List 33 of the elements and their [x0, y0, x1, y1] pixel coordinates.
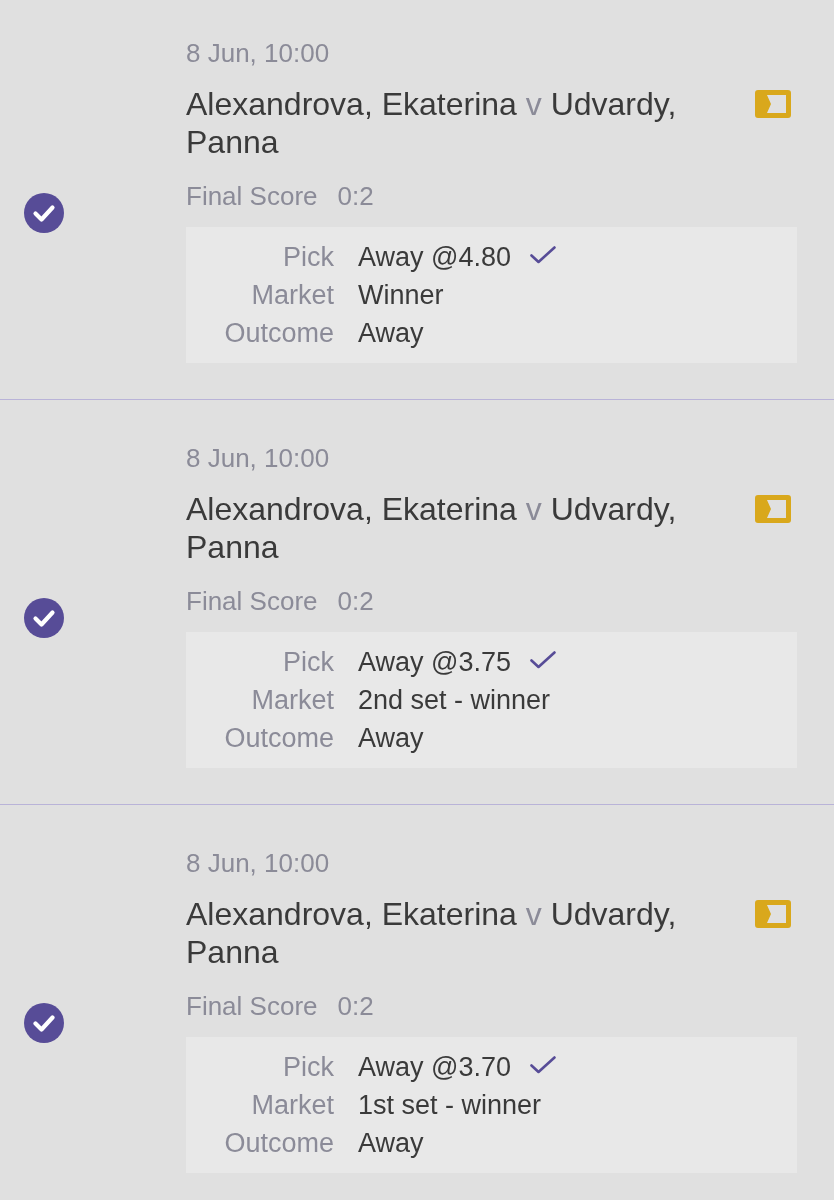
market-label: Market: [250, 684, 334, 717]
pick-value: Away @3.70: [358, 1051, 511, 1084]
pick-value: Away @4.80: [358, 241, 511, 274]
chevron-tag-icon[interactable]: [755, 90, 791, 118]
outcome-label: Outcome: [223, 317, 334, 350]
event-date: 8 Jun, 10:00: [186, 37, 331, 70]
event-date: 8 Jun, 10:00: [186, 847, 331, 880]
match-title: Alexandrova, Ekaterina v Udvardy, Panna: [186, 85, 678, 161]
outcome-value: Away: [358, 1127, 425, 1160]
pick-label: Pick: [282, 646, 334, 679]
market-label: Market: [250, 279, 334, 312]
chevron-tag-icon[interactable]: [755, 495, 791, 523]
final-score-label: Final Score: [186, 180, 318, 213]
final-score-label: Final Score: [186, 585, 318, 618]
final-score-label: Final Score: [186, 990, 318, 1023]
outcome-value: Away: [358, 722, 425, 755]
market-value: Winner: [358, 279, 445, 312]
event-date: 8 Jun, 10:00: [186, 442, 331, 475]
chevron-tag-icon[interactable]: [755, 900, 791, 928]
pick-label: Pick: [282, 241, 334, 274]
final-score-value: 0:2: [337, 585, 374, 618]
final-score-value: 0:2: [337, 180, 374, 213]
match-title: Alexandrova, Ekaterina v Udvardy, Panna: [186, 490, 678, 566]
outcome-label: Outcome: [223, 1127, 334, 1160]
match-title: Alexandrova, Ekaterina v Udvardy, Panna: [186, 895, 678, 971]
market-value: 1st set - winner: [358, 1089, 543, 1122]
outcome-value: Away: [358, 317, 425, 350]
final-score-value: 0:2: [337, 990, 374, 1023]
pick-value: Away @3.75: [358, 646, 511, 679]
market-value: 2nd set - winner: [358, 684, 552, 717]
pick-label: Pick: [282, 1051, 334, 1084]
market-label: Market: [250, 1089, 334, 1122]
outcome-label: Outcome: [223, 722, 334, 755]
